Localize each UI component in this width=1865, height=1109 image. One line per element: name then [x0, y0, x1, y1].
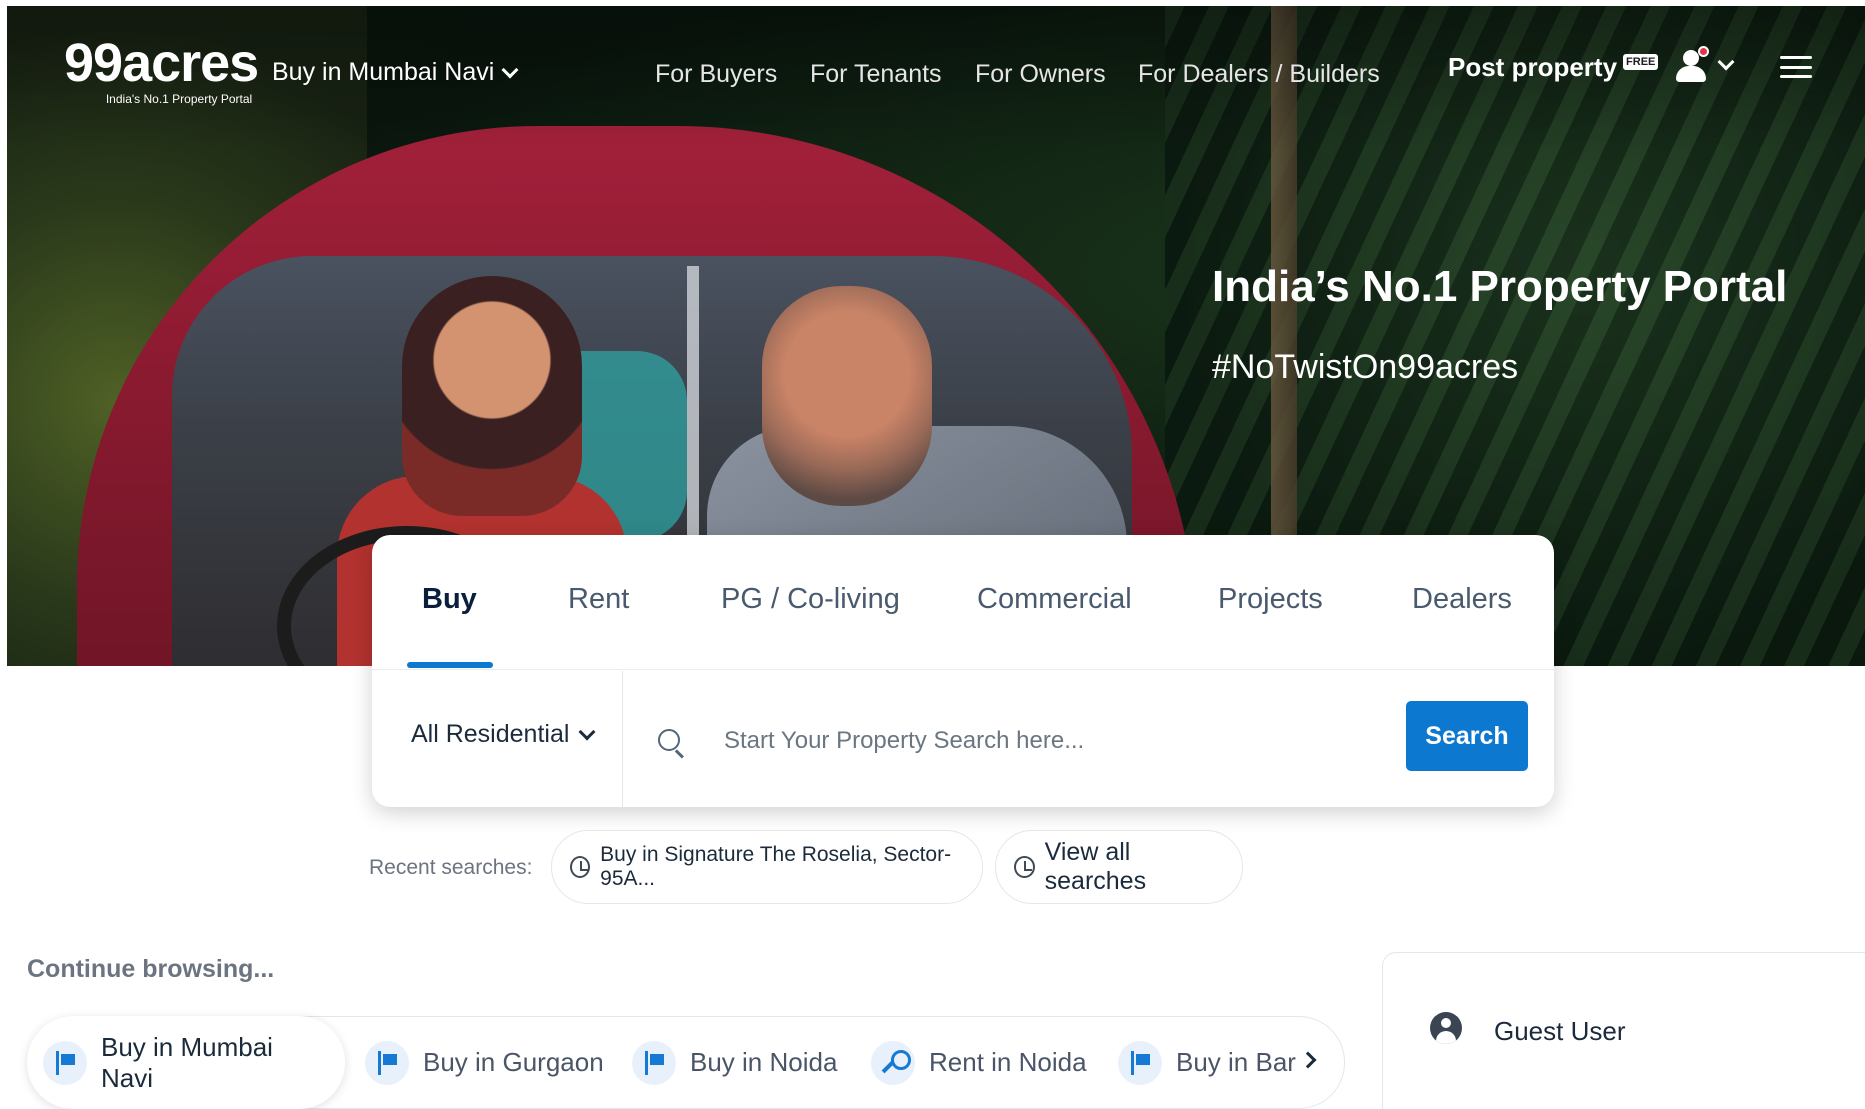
tab-projects[interactable]: Projects — [1218, 583, 1323, 616]
history-icon — [1014, 856, 1035, 878]
recent-search-text: Buy in Signature The Roselia, Sector-95A… — [600, 843, 952, 890]
browse-item-label: Buy in Gurgaon — [423, 1047, 604, 1077]
chevron-down-icon — [578, 723, 596, 740]
browse-item-label: Buy in Bar — [1176, 1047, 1296, 1077]
chevron-down-icon — [501, 61, 519, 78]
property-type-label: All Residential — [411, 720, 570, 748]
tab-buy[interactable]: Buy — [422, 583, 477, 616]
tab-commercial[interactable]: Commercial — [977, 583, 1132, 616]
user-menu[interactable] — [1674, 46, 1735, 84]
hamburger-menu-icon[interactable] — [1780, 56, 1812, 78]
flag-icon — [632, 1040, 676, 1085]
view-all-searches-button[interactable]: View all searches — [995, 830, 1243, 904]
notification-dot — [1698, 46, 1709, 57]
nav-for-owners[interactable]: For Owners — [975, 60, 1106, 89]
city-select[interactable]: Buy in Mumbai Navi — [272, 58, 519, 87]
recent-searches-label: Recent searches: — [369, 856, 533, 879]
flag-icon — [365, 1040, 409, 1085]
key-icon — [871, 1040, 915, 1085]
logo-brand: 99acres — [64, 33, 259, 93]
continue-browsing-label: Continue browsing... — [27, 955, 275, 983]
browse-item-rent-noida[interactable]: Rent in Noida — [871, 1016, 1087, 1109]
flag-icon — [1118, 1040, 1162, 1085]
chevron-down-icon — [1717, 53, 1735, 71]
page: 99acres India's No.1 Property Portal Buy… — [0, 0, 1865, 1109]
logo-tagline: India's No.1 Property Portal — [105, 92, 253, 106]
search-tabs: Buy Rent PG / Co-living Commercial Proje… — [372, 535, 1554, 670]
city-select-label: Buy in Mumbai Navi — [272, 58, 495, 86]
account-icon — [1430, 1012, 1462, 1044]
post-property-label: Post property — [1448, 52, 1618, 82]
hero-title: India’s No.1 Property Portal — [1212, 262, 1788, 311]
search-button[interactable]: Search — [1406, 701, 1528, 771]
recent-search-chip[interactable]: Buy in Signature The Roselia, Sector-95A… — [551, 830, 983, 904]
browse-item-label: Rent in Noida — [929, 1047, 1087, 1077]
browse-item-buy-mumbai-navi[interactable]: Buy in Mumbai Navi — [27, 1016, 345, 1109]
nav-for-dealers-builders[interactable]: For Dealers / Builders — [1138, 60, 1380, 89]
search-divider — [622, 671, 623, 807]
hero-hashtag: #NoTwistOn99acres — [1212, 348, 1519, 386]
user-icon — [1674, 46, 1709, 84]
tab-pg-co-living[interactable]: PG / Co-living — [721, 583, 900, 616]
browse-item-buy-bar[interactable]: Buy in Bar — [1118, 1016, 1296, 1109]
browse-item-buy-gurgaon[interactable]: Buy in Gurgaon — [365, 1016, 604, 1109]
tab-rent[interactable]: Rent — [568, 583, 629, 616]
post-property-button[interactable]: Post property FREE — [1448, 52, 1659, 83]
property-type-select[interactable]: All Residential — [411, 720, 596, 749]
search-card: Buy Rent PG / Co-living Commercial Proje… — [372, 535, 1554, 807]
nav-for-buyers[interactable]: For Buyers — [655, 60, 777, 89]
browse-item-label: Buy in Mumbai Navi — [101, 1031, 273, 1093]
guest-user-name[interactable]: Guest User — [1494, 1016, 1626, 1047]
active-tab-indicator — [407, 662, 493, 668]
browse-item-label: Buy in Noida — [690, 1047, 838, 1077]
free-badge: FREE — [1623, 54, 1659, 70]
tab-dealers[interactable]: Dealers — [1412, 583, 1512, 616]
view-all-searches-label: View all searches — [1044, 838, 1147, 895]
search-input[interactable] — [724, 721, 1404, 761]
search-icon — [658, 729, 686, 759]
nav-for-tenants[interactable]: For Tenants — [810, 60, 942, 89]
flag-icon — [43, 1040, 87, 1085]
browse-item-buy-noida[interactable]: Buy in Noida — [632, 1016, 837, 1109]
logo[interactable]: 99acres India's No.1 Property Portal — [64, 33, 259, 106]
history-icon — [570, 856, 591, 878]
